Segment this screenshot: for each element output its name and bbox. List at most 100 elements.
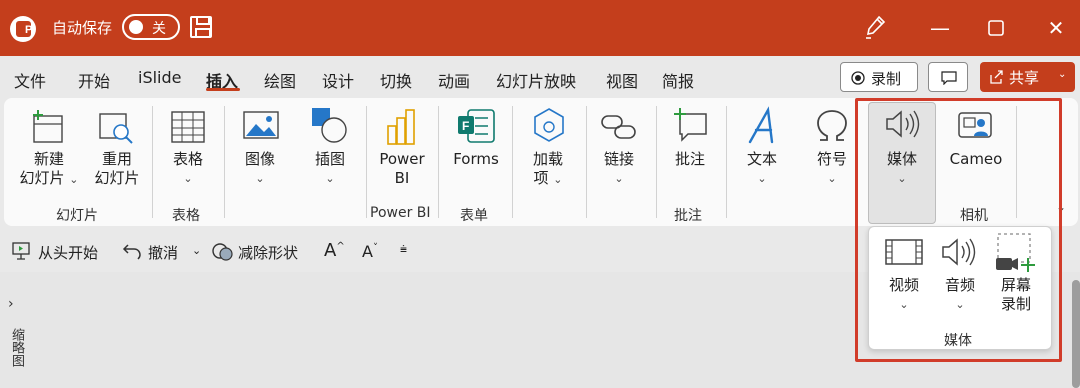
- forms-label: Forms: [453, 150, 499, 168]
- cameo-label: Cameo: [949, 150, 1003, 168]
- new-comment-icon: [674, 108, 707, 142]
- link-icon: [601, 115, 636, 139]
- audio-chevron-icon: ⌄: [955, 298, 965, 311]
- media-chevron-icon: ⌄: [897, 172, 907, 185]
- new-slide-label-1: 新建: [33, 150, 64, 168]
- vertical-scrollbar[interactable]: [1072, 280, 1080, 388]
- reduce-shapes-button[interactable]: 减除形状: [238, 242, 298, 263]
- pen-icon[interactable]: [863, 14, 887, 40]
- comment-label: 批注: [674, 150, 705, 168]
- audio-label: 音频: [944, 276, 975, 294]
- comment-bubble-icon: [941, 71, 957, 85]
- share-icon: [990, 70, 1003, 84]
- powerbi-label-2: BI: [394, 169, 410, 187]
- screen-recording-label-2: 录制: [1000, 295, 1031, 313]
- cameo-icon: [958, 112, 992, 138]
- symbol-label: 符号: [816, 150, 847, 168]
- divider: [1016, 106, 1017, 218]
- text-chevron-icon: ⌄: [757, 172, 767, 185]
- reuse-slide-label-1: 重用: [101, 150, 132, 168]
- group-label-forms: 表单: [460, 208, 488, 224]
- ribbon-expand-chevron-icon[interactable]: ⌄: [1056, 200, 1066, 214]
- divider: [438, 106, 439, 218]
- divider: [512, 106, 513, 218]
- addins-button[interactable]: 加载 项 ⌄: [516, 150, 580, 189]
- comments-button[interactable]: [928, 62, 968, 92]
- video-chevron-icon: ⌄: [899, 298, 909, 311]
- title-bar: P 自动保存 关 — ✕: [0, 0, 1080, 56]
- decrease-font-icon[interactable]: A˅: [362, 242, 378, 261]
- tab-islide[interactable]: iSlide: [138, 68, 182, 87]
- text-button[interactable]: 文本 ⌄: [730, 150, 794, 188]
- image-button[interactable]: 图像 ⌄: [228, 150, 292, 188]
- addins-label-2: 项 ⌄: [533, 169, 563, 187]
- symbol-button[interactable]: 符号 ⌄: [800, 150, 864, 188]
- divider: [726, 106, 727, 218]
- autosave-toggle[interactable]: 关: [122, 14, 180, 40]
- media-label: 媒体: [886, 150, 917, 168]
- record-icon: [851, 71, 865, 85]
- symbol-omega-icon: [817, 110, 847, 141]
- new-slide-label-2: 幻灯片 ⌄: [19, 169, 79, 187]
- divider: [152, 106, 153, 218]
- illustration-chevron-icon: ⌄: [325, 172, 335, 185]
- toggle-knob: [129, 20, 143, 34]
- screen-recording-button[interactable]: 屏幕 录制: [986, 276, 1046, 314]
- close-icon[interactable]: ✕: [1042, 14, 1070, 42]
- tab-draw[interactable]: 绘图: [264, 68, 296, 92]
- record-button[interactable]: 录制: [840, 62, 918, 92]
- increase-font-icon[interactable]: A^: [324, 240, 345, 261]
- svg-text:F: F: [462, 119, 469, 133]
- text-label: 文本: [746, 150, 777, 168]
- table-button[interactable]: 表格 ⌄: [156, 150, 220, 188]
- tab-slideshow[interactable]: 幻灯片放映: [496, 68, 576, 92]
- autosave-label: 自动保存: [52, 19, 113, 37]
- image-icon: [243, 111, 279, 139]
- present-from-start-button[interactable]: 从头开始: [38, 242, 98, 263]
- share-button[interactable]: 共享 ⌄: [980, 62, 1075, 92]
- cameo-button[interactable]: Cameo: [942, 150, 1010, 169]
- tab-briefing[interactable]: 简报: [662, 68, 694, 92]
- minimize-icon[interactable]: —: [926, 14, 954, 42]
- divider: [224, 106, 225, 218]
- image-label: 图像: [244, 150, 275, 168]
- maximize-icon[interactable]: [982, 14, 1010, 42]
- powerpoint-logo-icon[interactable]: P: [10, 16, 36, 42]
- tab-transitions[interactable]: 切换: [380, 68, 412, 92]
- link-chevron-icon: ⌄: [614, 172, 624, 185]
- share-chevron-icon: ⌄: [1058, 69, 1067, 80]
- reduce-shapes-icon: [212, 243, 233, 261]
- tab-design[interactable]: 设计: [322, 68, 354, 92]
- group-label-comment: 批注: [674, 208, 702, 224]
- illustration-label: 插图: [314, 150, 345, 168]
- thumbnail-pane-label[interactable]: 缩略图: [6, 328, 26, 367]
- dropdown-group-label-media: 媒体: [944, 333, 972, 349]
- comment-button[interactable]: 批注: [658, 150, 722, 169]
- tab-home[interactable]: 开始: [78, 68, 110, 92]
- reuse-slide-button[interactable]: 重用 幻灯片: [82, 150, 152, 188]
- tab-animations[interactable]: 动画: [438, 68, 470, 92]
- record-label: 录制: [871, 70, 902, 88]
- divider: [656, 106, 657, 218]
- text-icon: [748, 106, 774, 144]
- tab-view[interactable]: 视图: [606, 68, 638, 92]
- undo-dropdown-icon[interactable]: ⌄: [192, 244, 201, 257]
- video-button[interactable]: 视频 ⌄: [874, 276, 934, 314]
- link-button[interactable]: 链接 ⌄: [588, 150, 650, 188]
- audio-button[interactable]: 音频 ⌄: [930, 276, 990, 314]
- new-slide-button[interactable]: 新建 幻灯片 ⌄: [14, 150, 84, 189]
- tab-file[interactable]: 文件: [14, 68, 46, 92]
- save-icon[interactable]: [190, 16, 212, 38]
- image-chevron-icon: ⌄: [255, 172, 265, 185]
- expand-thumbnails-icon[interactable]: ›: [8, 296, 14, 312]
- illustration-button[interactable]: 插图 ⌄: [298, 150, 362, 188]
- speaker-icon: [886, 110, 920, 138]
- audio-speaker-icon: [942, 238, 976, 266]
- undo-button[interactable]: 撤消: [148, 242, 178, 263]
- reuse-slide-label-2: 幻灯片: [94, 169, 140, 187]
- powerbi-button[interactable]: Power BI: [370, 150, 434, 188]
- customize-qat-icon[interactable]: ⩧: [400, 242, 407, 257]
- forms-button[interactable]: Forms: [444, 150, 508, 169]
- illustration-icon: [312, 108, 347, 143]
- group-label-slides: 幻灯片: [56, 208, 98, 224]
